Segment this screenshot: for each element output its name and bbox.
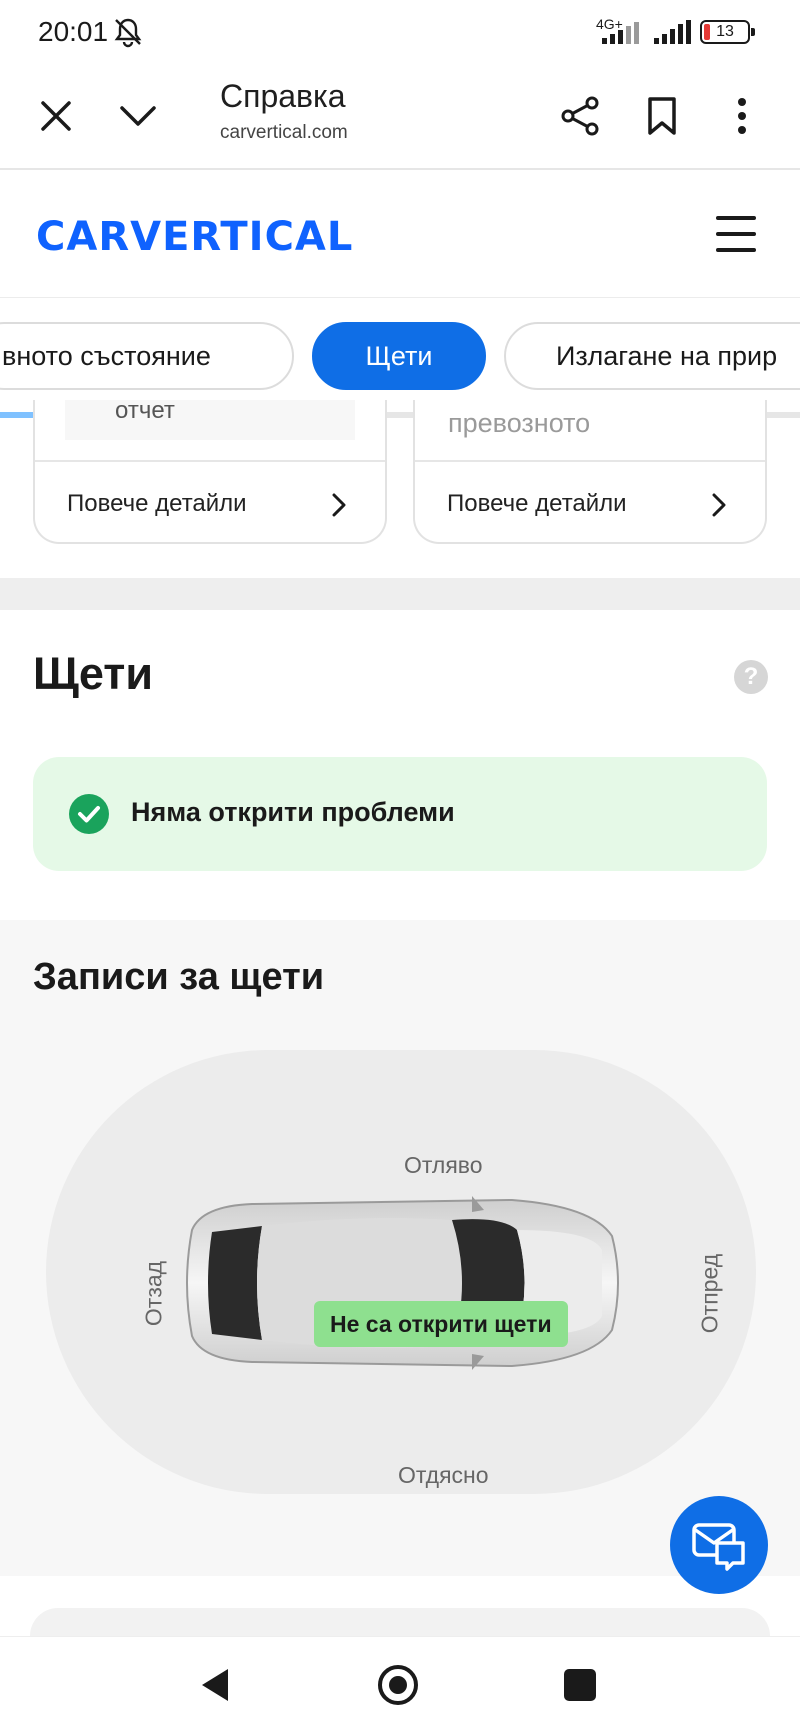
- bookmark-icon: [648, 97, 676, 135]
- tab-condition[interactable]: вното състояние: [0, 322, 294, 390]
- right-side-label: Отдясно: [398, 1462, 489, 1488]
- carvertical-logo[interactable]: CARVERTICAL: [36, 214, 353, 260]
- battery-level: 13: [716, 23, 734, 40]
- share-button[interactable]: [550, 86, 610, 146]
- page-title: Справка: [220, 78, 346, 114]
- status-bar: 20:01 4G+ 13: [0, 0, 800, 64]
- more-details-link[interactable]: Повече детайли: [67, 490, 247, 518]
- card-divider: [415, 460, 765, 462]
- more-details-link[interactable]: Повече детайли: [447, 490, 627, 518]
- damage-records-section: Записи за щети Отляво Отдясно Отзад Отпр…: [0, 920, 800, 1576]
- rear-label: Отзад: [140, 1260, 167, 1327]
- status-time: 20:01: [38, 16, 109, 47]
- no-issues-banner: Няма открити проблеми: [33, 757, 767, 871]
- no-damage-badge: Не са открити щети: [314, 1301, 568, 1347]
- damages-heading: Щети: [33, 648, 153, 699]
- section-divider: [0, 578, 800, 610]
- share-icon: [561, 96, 599, 136]
- hamburger-icon: [716, 216, 756, 220]
- left-side-label: Отляво: [404, 1152, 483, 1178]
- damage-records-heading: Записи за щети: [33, 956, 325, 998]
- more-options-button[interactable]: [712, 86, 772, 146]
- info-card: превозното Повече детайли: [413, 400, 767, 544]
- tab-label: Излагане на прир: [556, 341, 778, 371]
- home-circle-icon[interactable]: [374, 1661, 422, 1709]
- browser-toolbar: Справка carvertical.com: [0, 64, 800, 170]
- tab-label: вното състояние: [2, 341, 211, 371]
- bell-muted-icon: [114, 18, 142, 48]
- tab-damages[interactable]: Щети: [312, 322, 486, 390]
- card-top-text: превозното: [448, 408, 591, 438]
- checkmark-icon: [78, 806, 100, 823]
- chevron-right-icon: [332, 493, 346, 517]
- tab-exposure[interactable]: Излагане на прир: [504, 322, 800, 390]
- chevron-right-icon: [712, 493, 726, 517]
- front-label: Отпред: [696, 1253, 723, 1334]
- page-domain: carvertical.com: [220, 122, 348, 143]
- no-issues-text: Няма открити проблеми: [131, 797, 455, 827]
- tab-label: Щети: [365, 341, 433, 371]
- app-screen: 20:01 4G+ 13 Справка carvertical.com CAR…: [0, 0, 800, 1732]
- car-diagram: Отляво Отдясно Отзад Отпред Не са открит…: [46, 1050, 756, 1494]
- close-icon: [41, 101, 71, 131]
- system-nav-bar: [0, 1636, 800, 1732]
- card-divider: [35, 460, 385, 462]
- battery-icon: 13: [700, 20, 755, 44]
- close-button[interactable]: [26, 86, 86, 146]
- menu-button[interactable]: [716, 216, 760, 252]
- more-vertical-icon: [738, 98, 746, 134]
- bookmark-button[interactable]: [632, 86, 692, 146]
- info-card: отчет Повече детайли: [33, 400, 387, 544]
- chat-mail-icon: [692, 1523, 745, 1571]
- recents-square-icon[interactable]: [556, 1661, 604, 1709]
- minimize-button[interactable]: [108, 86, 168, 146]
- signal-icon: [654, 20, 691, 44]
- card-top-text: отчет: [65, 400, 355, 440]
- check-circle-icon: [69, 794, 109, 834]
- chevron-down-icon: [120, 106, 156, 126]
- car-top-view-icon: [186, 1196, 619, 1370]
- chat-button[interactable]: [670, 1496, 768, 1594]
- help-icon[interactable]: ?: [734, 660, 768, 694]
- site-header: CARVERTICAL: [0, 172, 800, 298]
- signal-icon: [602, 22, 639, 44]
- back-triangle-icon[interactable]: [192, 1661, 240, 1709]
